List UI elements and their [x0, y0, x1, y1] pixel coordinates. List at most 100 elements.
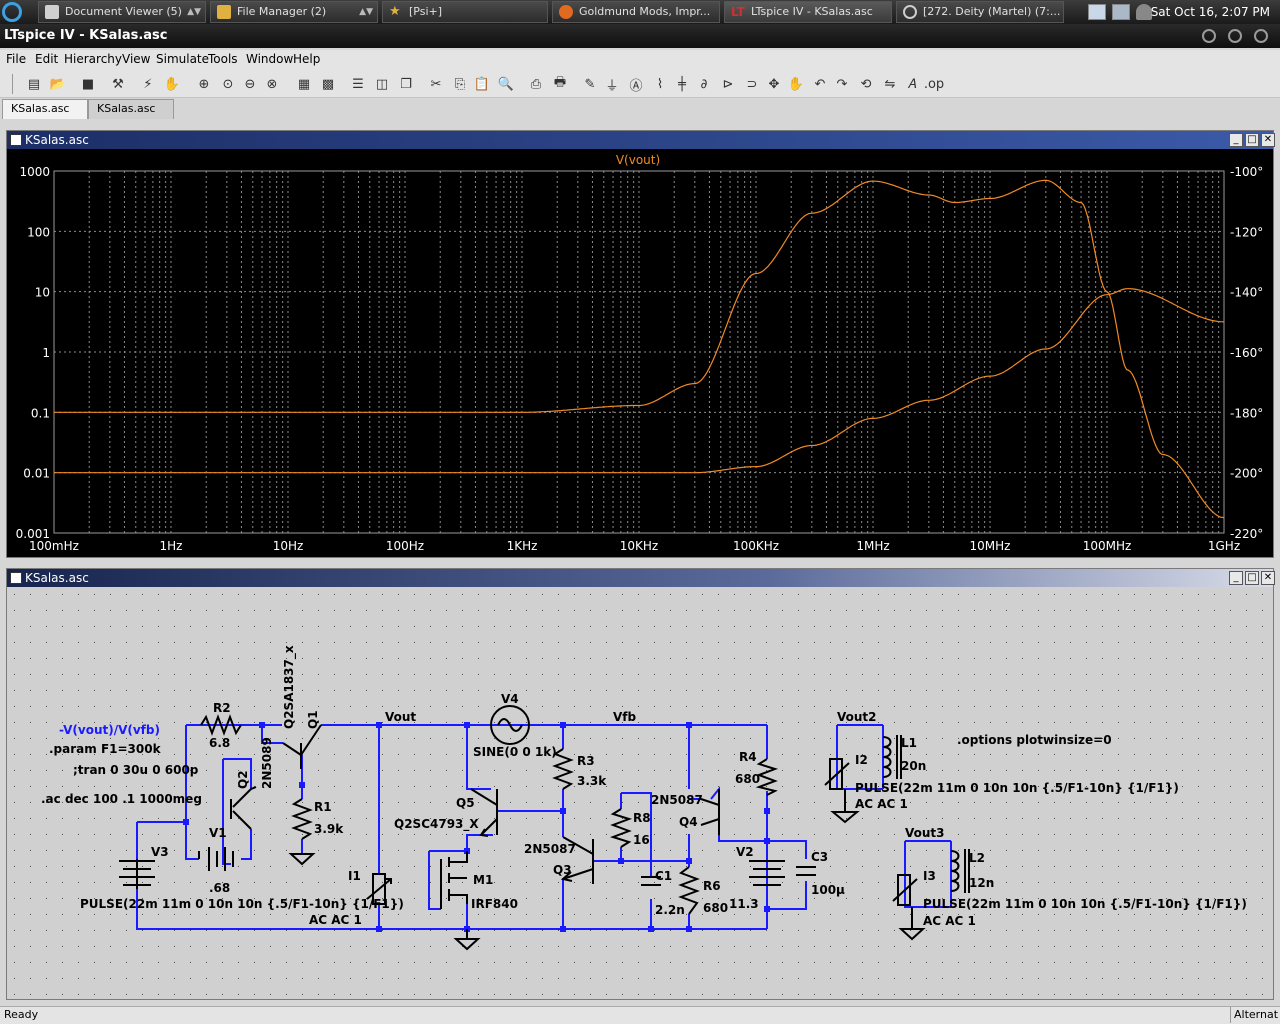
pan-icon[interactable]: ⊙	[218, 74, 238, 94]
c3-value[interactable]: 100µ	[811, 883, 845, 897]
r1-value[interactable]: 3.9k	[314, 822, 344, 836]
print-icon[interactable]: 🖶	[550, 74, 570, 94]
q5-model[interactable]: Q2SC4793_X	[394, 817, 479, 832]
v4-name[interactable]: V4	[501, 692, 519, 706]
q4-model[interactable]: 2N5087	[651, 793, 703, 807]
task-ltspice[interactable]: LT LTspice IV - KSalas.asc	[724, 1, 892, 23]
grid-icon[interactable]: ▩	[318, 74, 338, 94]
plot-window-titlebar[interactable]: KSalas.asc _ □ ✕	[7, 131, 1275, 149]
plot-close-button[interactable]: ✕	[1261, 133, 1275, 147]
task-audio-player[interactable]: [272. Deity (Martel) (7:...	[896, 1, 1064, 23]
cascade-icon[interactable]: ❐	[396, 74, 416, 94]
tray-network-icon[interactable]	[1112, 4, 1130, 20]
menu-simulate[interactable]: Simulate	[156, 52, 209, 66]
tray-mail-icon[interactable]	[1088, 4, 1106, 20]
q1-name[interactable]: Q1	[306, 710, 320, 729]
text-icon[interactable]: 𝐴	[902, 74, 922, 94]
v1-name[interactable]: V1	[209, 826, 227, 840]
menu-file[interactable]: File	[6, 52, 26, 66]
spice-directive-icon[interactable]: .op	[924, 74, 944, 94]
v2-value[interactable]: 11.3	[729, 897, 759, 911]
menu-help[interactable]: Help	[293, 52, 320, 66]
print-preview-icon[interactable]: ⎙	[526, 74, 546, 94]
directive-tran[interactable]: ;tran 0 30u 0 600p	[73, 763, 199, 777]
v3-name[interactable]: V3	[151, 845, 169, 859]
plot-restore-button[interactable]: □	[1245, 133, 1259, 147]
v2-name[interactable]: V2	[736, 845, 754, 859]
v3-pulse[interactable]: PULSE(22m 11m 0 10n 10n {.5/F1-10n} {1/F…	[80, 897, 404, 911]
zoom-cancel-icon[interactable]: ⊗	[262, 74, 282, 94]
diode-icon[interactable]: ⊳	[718, 74, 738, 94]
net-vout[interactable]: Vout	[385, 710, 416, 724]
task-psi[interactable]: ★ [Psi+]	[382, 1, 548, 23]
zoom-in-icon[interactable]: ⊕	[194, 74, 214, 94]
draw-wire-icon[interactable]: ✎	[580, 74, 600, 94]
paste-icon[interactable]: 📋	[472, 74, 492, 94]
r1-name[interactable]: R1	[314, 800, 332, 814]
schematic-close-button[interactable]: ✕	[1261, 571, 1275, 585]
capacitor-icon[interactable]: ╪	[672, 74, 692, 94]
halt-icon[interactable]: ✋	[162, 74, 182, 94]
find-icon[interactable]: 🔍	[496, 74, 516, 94]
component-icon[interactable]: ⊃	[742, 74, 762, 94]
menu-hierarchy[interactable]: Hierarchy	[64, 52, 122, 66]
maximize-button[interactable]	[1228, 29, 1242, 43]
r8-name[interactable]: R8	[633, 811, 651, 825]
r6-name[interactable]: R6	[703, 879, 721, 893]
window-titlebar[interactable]: LTspice IV - KSalas.asc	[0, 24, 1280, 48]
r4-name[interactable]: R4	[739, 750, 757, 764]
r3-value[interactable]: 3.3k	[577, 774, 607, 788]
menu-window[interactable]: Window	[246, 52, 293, 66]
q1-model[interactable]: Q2SA1837_x	[282, 645, 297, 729]
i1-name[interactable]: I1	[348, 869, 361, 883]
rotate-icon[interactable]: ⟲	[856, 74, 876, 94]
ground-icon[interactable]: ⏚	[602, 74, 622, 94]
c1-value[interactable]: 2.2n	[655, 903, 685, 917]
r4-value[interactable]: 680	[735, 772, 760, 786]
autorange-icon[interactable]: ▦	[294, 74, 314, 94]
menu-tools[interactable]: Tools	[208, 52, 238, 66]
schematic-restore-button[interactable]: □	[1245, 571, 1259, 585]
drag-icon[interactable]: ✋	[786, 74, 806, 94]
task-file-manager[interactable]: File Manager (2) ▲▼	[210, 1, 378, 23]
tile-horizontal-icon[interactable]: ☰	[348, 74, 368, 94]
v1-value[interactable]: .68	[209, 881, 230, 895]
m1-model[interactable]: IRF840	[471, 897, 518, 911]
net-vout3[interactable]: Vout3	[905, 826, 945, 840]
i3-acac[interactable]: AC AC 1	[923, 914, 976, 928]
trace-name[interactable]: V(vout)	[616, 153, 660, 167]
move-icon[interactable]: ✥	[764, 74, 784, 94]
l1-name[interactable]: L1	[901, 736, 917, 750]
r3-name[interactable]: R3	[577, 754, 595, 768]
save-icon[interactable]: ■	[78, 74, 98, 94]
open-icon[interactable]: 📂	[48, 74, 68, 94]
directive-options[interactable]: .options plotwinsize=0	[957, 733, 1112, 747]
i3-name[interactable]: I3	[923, 869, 936, 883]
close-button[interactable]	[1254, 29, 1268, 43]
net-vout2[interactable]: Vout2	[837, 710, 877, 724]
l2-name[interactable]: L2	[969, 851, 985, 865]
menu-edit[interactable]: Edit	[35, 52, 58, 66]
q5-name[interactable]: Q5	[456, 796, 475, 810]
l2-value[interactable]: 12n	[969, 876, 994, 890]
resistor-icon[interactable]: ⌇	[650, 74, 670, 94]
directive-ratio[interactable]: -V(vout)/V(vfb)	[59, 723, 160, 737]
tile-vertical-icon[interactable]: ◫	[372, 74, 392, 94]
task-document-viewer[interactable]: Document Viewer (5) ▲▼	[38, 1, 206, 23]
waveform-plot[interactable]: V(vout) 100mHz 1Hz 10Hz 100Hz 1KHz 10KHz 100KH…	[7, 149, 1273, 557]
r6-value[interactable]: 680	[703, 901, 728, 915]
r8-value[interactable]: 16	[633, 833, 650, 847]
redo-icon[interactable]: ↷	[832, 74, 852, 94]
q3-model[interactable]: 2N5087	[524, 842, 576, 856]
q2-name[interactable]: Q2	[236, 770, 250, 789]
copy-icon[interactable]: ⎘	[450, 74, 470, 94]
zoom-out-icon[interactable]: ⊖	[240, 74, 260, 94]
cut-icon[interactable]: ✂	[426, 74, 446, 94]
i2-acac[interactable]: AC AC 1	[855, 797, 908, 811]
schematic-minimize-button[interactable]: _	[1229, 571, 1243, 585]
q3-name[interactable]: Q3	[553, 863, 572, 877]
clock[interactable]: Sat Oct 16, 2:07 PM	[1151, 0, 1270, 24]
schematic-canvas[interactable]: -V(vout)/V(vfb) .param F1=300k ;tran 0 3…	[7, 587, 1273, 999]
r2-name[interactable]: R2	[213, 701, 231, 715]
directive-ac[interactable]: .ac dec 100 .1 1000meg	[41, 792, 202, 806]
